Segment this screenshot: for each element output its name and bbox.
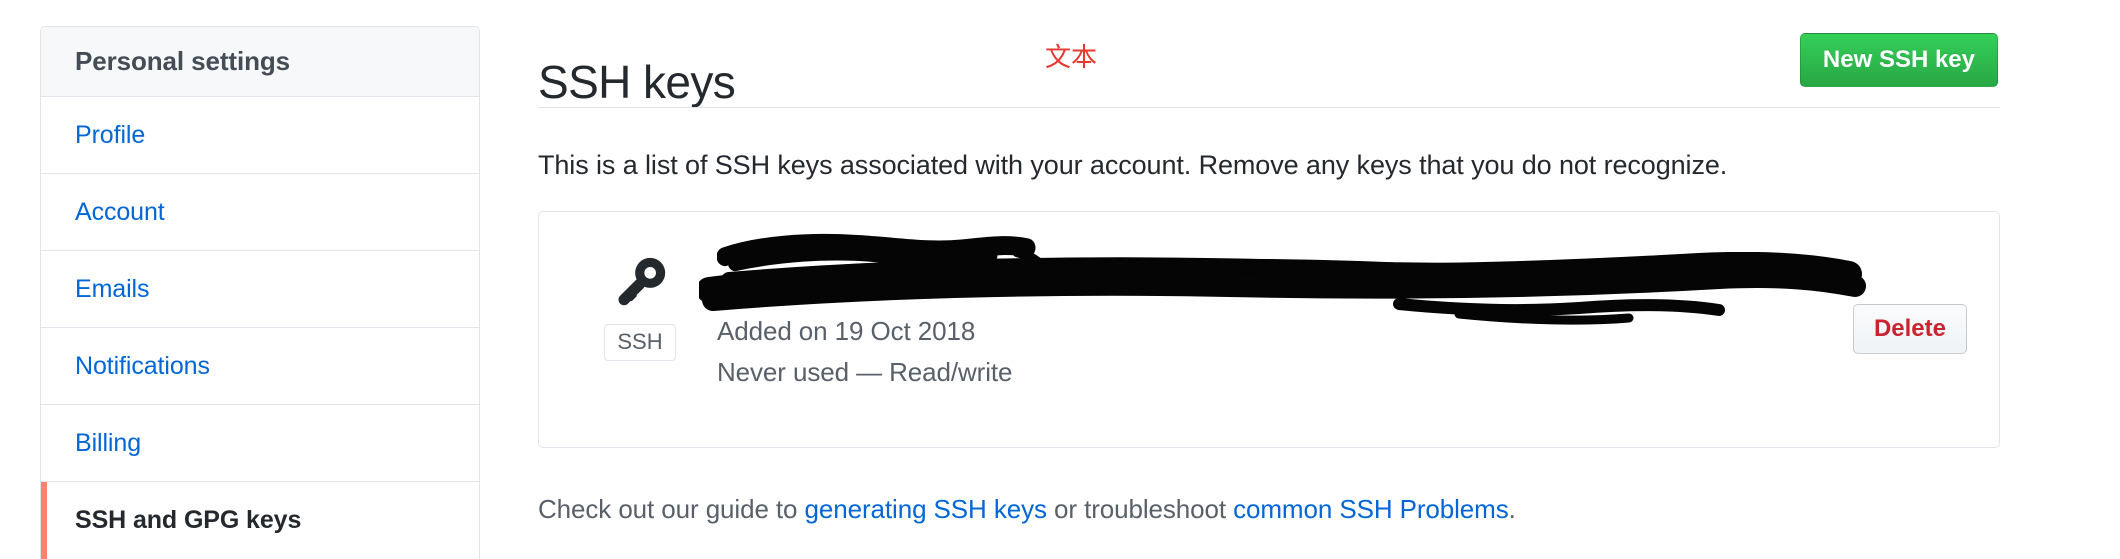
new-ssh-key-button[interactable]: New SSH key — [1799, 33, 1998, 87]
key-added-on: Added on 19 Oct 2018 — [717, 316, 976, 346]
page-header: SSH keys New SSH key — [538, 0, 2000, 107]
main-content: SSH keys New SSH key This is a list of S… — [538, 0, 2000, 556]
generating-ssh-keys-link[interactable]: generating SSH keys — [805, 494, 1047, 524]
page-description: This is a list of SSH keys associated wi… — [538, 150, 1728, 180]
header-divider — [538, 107, 2000, 108]
redaction-scribble — [717, 233, 1047, 272]
sidebar-item-profile[interactable]: Profile — [41, 97, 479, 174]
delete-key-button[interactable]: Delete — [1852, 304, 1967, 354]
sidebar-item-billing[interactable]: Billing — [41, 405, 479, 482]
key-details: Added on 19 Oct 2018 Never used — Read/w… — [717, 233, 1959, 388]
sidebar-header: Personal settings — [41, 27, 479, 97]
key-usage-info: Never used — Read/write — [717, 357, 1013, 388]
page-title: SSH keys — [538, 55, 736, 108]
sidebar-item-notifications[interactable]: Notifications — [41, 328, 479, 405]
sidebar-item-label: Billing — [75, 428, 141, 457]
sidebar-item-emails[interactable]: Emails — [41, 251, 479, 328]
key-title-row — [717, 233, 1959, 316]
footer-middle: or troubleshoot — [1046, 494, 1234, 524]
common-ssh-problems-link[interactable]: common SSH Problems — [1233, 494, 1509, 524]
footer-help-text: Check out our guide to generating SSH ke… — [538, 494, 1516, 525]
ssh-key-card: SSH Added on 19 Oct 2018 Never used — Re… — [538, 211, 2000, 448]
sidebar-item-label: Notifications — [75, 351, 210, 380]
annotation-text: 文本 — [1045, 43, 1098, 73]
footer-prefix: Check out our guide to — [538, 494, 805, 524]
sidebar-item-label: Profile — [75, 120, 146, 149]
settings-sidebar: Personal settings Profile Account Emails… — [40, 26, 480, 559]
key-icon — [618, 257, 666, 306]
sidebar-item-label: SSH and GPG keys — [75, 506, 302, 534]
sidebar-item-label: Emails — [75, 274, 150, 303]
sidebar-header-label: Personal settings — [75, 46, 291, 76]
footer-suffix: . — [1508, 494, 1516, 524]
key-badge-column: SSH — [585, 252, 695, 361]
sidebar-item-ssh-and-gpg-keys[interactable]: SSH and GPG keys — [41, 482, 479, 559]
ssh-type-badge: SSH — [604, 324, 676, 361]
sidebar-item-label: Account — [75, 197, 165, 226]
ssh-keys-settings-page: Personal settings Profile Account Emails… — [0, 0, 2120, 559]
sidebar-item-account[interactable]: Account — [41, 174, 479, 251]
